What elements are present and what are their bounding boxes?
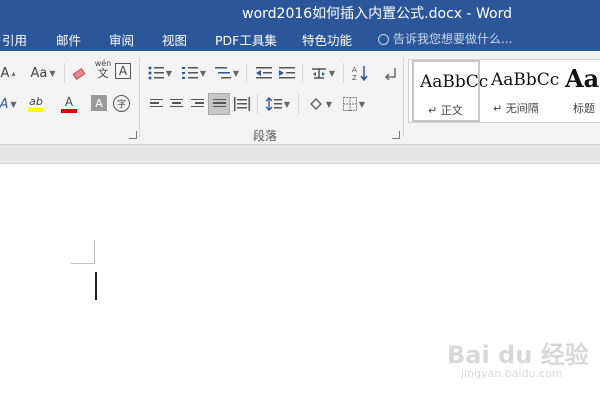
clear-formatting-icon[interactable] bbox=[70, 63, 90, 83]
chinese-layout-icon bbox=[311, 68, 326, 79]
highlight-button[interactable]: ab bbox=[22, 94, 50, 114]
tab-special-features[interactable]: 特色功能 bbox=[302, 30, 352, 49]
margin-corner-mark bbox=[71, 263, 95, 264]
borders-icon bbox=[342, 97, 357, 111]
sort-button[interactable]: AZ bbox=[350, 63, 370, 83]
divider bbox=[298, 94, 299, 114]
justify-button[interactable] bbox=[208, 93, 230, 115]
style-heading-1[interactable]: AaB 标题 bbox=[559, 60, 600, 122]
text-effects-button[interactable]: A ▼ bbox=[0, 94, 17, 114]
divider bbox=[246, 63, 247, 83]
style-normal[interactable]: AaBbCc ↵ 正文 bbox=[412, 60, 488, 122]
svg-text:A: A bbox=[352, 66, 357, 74]
distributed-icon bbox=[234, 97, 250, 111]
tab-view[interactable]: 视图 bbox=[162, 30, 187, 49]
style-no-spacing[interactable]: AaBbCc ↵ 无间隔 bbox=[485, 60, 559, 122]
tab-pdf-tools[interactable]: PDF工具集 bbox=[215, 30, 277, 49]
decrease-indent-button[interactable] bbox=[254, 63, 274, 83]
font-color-button[interactable]: A bbox=[55, 94, 83, 114]
paragraph-mark-icon bbox=[385, 68, 396, 80]
chinese-layout-button[interactable]: ▼ bbox=[308, 63, 338, 83]
line-spacing-icon bbox=[265, 97, 282, 111]
change-case-button[interactable]: Aa ▼ bbox=[26, 63, 60, 83]
watermark-logo: Bai du 经验 bbox=[447, 341, 589, 369]
highlight-color-bar bbox=[28, 108, 44, 112]
margin-corner-mark bbox=[94, 240, 95, 264]
font-dialog-launcher[interactable] bbox=[129, 131, 137, 139]
bullets-icon bbox=[148, 66, 164, 80]
decrease-indent-icon bbox=[256, 67, 272, 79]
svg-text:Z: Z bbox=[352, 74, 357, 81]
styles-gallery: AaBbCc ↵ 正文 AaBbCc ↵ 无间隔 AaB 标题 bbox=[408, 59, 600, 123]
align-left-button[interactable] bbox=[146, 94, 166, 114]
group-divider bbox=[139, 57, 140, 137]
style-preview: AaB bbox=[565, 64, 600, 93]
font-color-bar bbox=[61, 108, 77, 113]
lightbulb-icon bbox=[378, 34, 389, 45]
divider bbox=[343, 63, 344, 83]
phonetic-guide-button[interactable]: wén 文 bbox=[92, 59, 114, 79]
multilevel-list-icon bbox=[214, 67, 231, 79]
divider bbox=[302, 63, 303, 83]
align-center-icon bbox=[169, 98, 183, 110]
divider bbox=[64, 63, 65, 83]
numbering-icon bbox=[181, 67, 198, 79]
borders-button[interactable]: ▼ bbox=[340, 94, 368, 114]
align-left-icon bbox=[149, 98, 163, 110]
style-preview: AaBbCc bbox=[491, 70, 560, 90]
character-border-button[interactable]: A bbox=[115, 63, 131, 79]
align-right-icon bbox=[190, 98, 204, 110]
increase-indent-icon bbox=[279, 67, 295, 79]
divider bbox=[257, 94, 258, 114]
line-spacing-button[interactable]: ▼ bbox=[263, 94, 293, 114]
paragraph-dialog-launcher[interactable] bbox=[392, 131, 400, 139]
tell-me-placeholder: 告诉我您想要做什么... bbox=[393, 32, 513, 46]
tab-references[interactable]: 引用 bbox=[2, 30, 27, 49]
tab-mailings[interactable]: 邮件 bbox=[56, 30, 81, 49]
style-name: ↵ 无间隔 bbox=[493, 102, 539, 115]
tell-me-search[interactable]: 告诉我您想要做什么... bbox=[378, 30, 512, 47]
paragraph-group-label: 段落 bbox=[253, 129, 278, 143]
watermark: Bai du 经验 jingyan.baidu.com bbox=[447, 335, 589, 380]
watermark-url: jingyan.baidu.com bbox=[461, 367, 563, 380]
window-title: word2016如何插入内置公式.docx - Word bbox=[242, 6, 512, 22]
align-right-button[interactable] bbox=[187, 94, 207, 114]
title-bar: word2016如何插入内置公式.docx - Word bbox=[0, 0, 600, 25]
enclose-characters-button[interactable]: 字 bbox=[113, 95, 130, 112]
distributed-button[interactable] bbox=[232, 94, 252, 114]
show-hide-marks-button[interactable] bbox=[380, 63, 400, 83]
text-cursor bbox=[95, 272, 97, 300]
multilevel-list-button[interactable]: ▼ bbox=[213, 63, 241, 83]
style-name: ↵ 正文 bbox=[428, 104, 463, 117]
tab-review[interactable]: 审阅 bbox=[109, 30, 134, 49]
style-preview: AaBbCc bbox=[420, 72, 489, 92]
shading-button[interactable]: ▼ bbox=[305, 94, 335, 114]
sort-icon: AZ bbox=[352, 66, 368, 81]
increase-indent-button[interactable] bbox=[277, 63, 297, 83]
justify-icon bbox=[212, 98, 226, 110]
numbering-button[interactable]: ▼ bbox=[180, 63, 208, 83]
ribbon: A▴ Aa▼ wén 文 A A▼ ab A A 字 ▼ ▼ ▼ ▼ AZ bbox=[0, 51, 600, 145]
grow-font-button[interactable]: A ▴ bbox=[0, 63, 16, 83]
group-divider bbox=[403, 57, 404, 137]
ruler bbox=[0, 145, 600, 164]
ribbon-tabs: 引用 邮件 审阅 视图 PDF工具集 特色功能 告诉我您想要做什么... bbox=[0, 25, 600, 51]
character-shading-button[interactable]: A bbox=[91, 95, 107, 111]
style-name: 标题 bbox=[573, 102, 595, 115]
paint-bucket-icon bbox=[307, 98, 324, 112]
align-center-button[interactable] bbox=[166, 94, 186, 114]
bullets-button[interactable]: ▼ bbox=[146, 63, 174, 83]
